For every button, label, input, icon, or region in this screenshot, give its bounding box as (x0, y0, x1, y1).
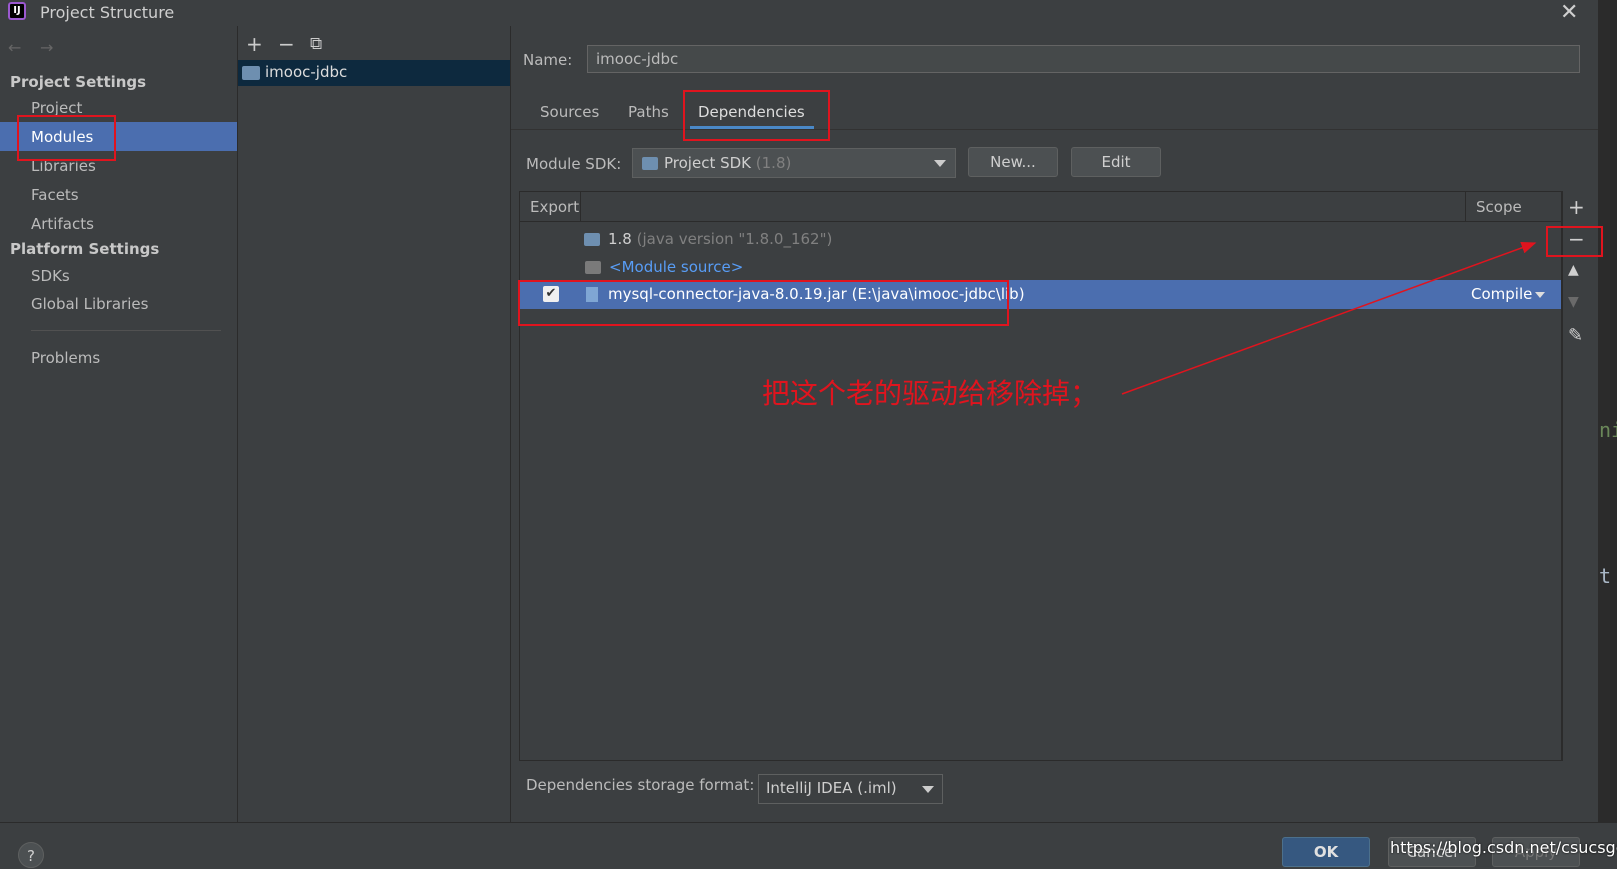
remove-module-icon[interactable]: − (278, 32, 295, 56)
tab-paths[interactable]: Paths (628, 103, 669, 121)
storage-format-label: Dependencies storage format: (526, 776, 755, 794)
sidebar-item-sdks[interactable]: SDKs (31, 267, 70, 285)
jdk-folder-icon (584, 233, 600, 246)
highlight-box-remove-button (1546, 226, 1603, 257)
storage-format-value: IntelliJ IDEA (.iml) (766, 779, 897, 797)
intellij-idea-icon: IJ (8, 2, 26, 20)
add-module-icon[interactable]: + (246, 32, 263, 56)
title-bar (0, 0, 1617, 26)
ok-button[interactable]: OK (1282, 837, 1370, 867)
sidebar-divider (31, 330, 221, 331)
table-row[interactable]: <Module source> (609, 258, 743, 276)
name-label: Name: (523, 51, 573, 69)
editor-text: ni (1599, 418, 1617, 442)
highlight-box-mysql-jar (518, 280, 1009, 326)
move-down-icon[interactable]: ▼ (1568, 294, 1579, 310)
dependencies-table (519, 191, 1562, 761)
column-divider (1465, 192, 1466, 221)
column-divider (580, 192, 581, 221)
annotation-text: 把这个老的驱动给移除掉； (762, 377, 1099, 410)
column-header-export[interactable]: Export (530, 198, 579, 216)
module-folder-icon (242, 66, 260, 80)
sidebar-item-problems[interactable]: Problems (31, 349, 100, 367)
module-name-field[interactable] (587, 45, 1580, 73)
table-header (520, 192, 1561, 222)
edit-sdk-button[interactable]: Edit (1071, 147, 1161, 177)
tab-divider (511, 129, 1617, 130)
module-sdk-value: Project SDK (1.8) (664, 154, 791, 172)
tab-sources[interactable]: Sources (540, 103, 599, 121)
sdk-name: Project SDK (664, 154, 751, 172)
chevron-down-icon (1535, 292, 1545, 298)
sidebar-item-global-libraries[interactable]: Global Libraries (31, 295, 148, 313)
back-arrow-icon[interactable]: ← (8, 38, 21, 57)
module-source-folder-icon (585, 261, 601, 274)
chevron-down-icon (922, 786, 934, 793)
module-name: imooc-jdbc (265, 63, 348, 81)
editor-text: t (1599, 564, 1612, 588)
platform-settings-header: Platform Settings (10, 240, 160, 258)
dependency-name: 1.8 (608, 230, 632, 248)
help-button[interactable]: ? (18, 842, 44, 868)
sidebar-item-artifacts[interactable]: Artifacts (31, 215, 94, 233)
module-sdk-label: Module SDK: (526, 155, 622, 173)
footer-bar (0, 822, 1617, 867)
table-row[interactable]: 1.8 (java version "1.8.0_162") (608, 230, 832, 248)
window-title: Project Structure (40, 3, 175, 22)
editor-background (1598, 0, 1617, 822)
sdk-version: (1.8) (755, 154, 792, 172)
close-icon[interactable]: ✕ (1560, 0, 1578, 25)
column-header-scope[interactable]: Scope (1476, 198, 1522, 216)
module-list-panel (238, 26, 511, 822)
sdk-folder-icon (642, 157, 658, 170)
new-sdk-button[interactable]: New... (968, 147, 1058, 177)
move-up-icon[interactable]: ▲ (1568, 262, 1579, 278)
sidebar-item-facets[interactable]: Facets (31, 186, 79, 204)
highlight-box-dependencies (683, 90, 830, 141)
chevron-down-icon (934, 160, 946, 167)
copy-module-icon[interactable]: ⧉ (310, 34, 322, 54)
edit-pencil-icon[interactable]: ✎ (1568, 325, 1583, 346)
scope-dropdown[interactable]: Compile (1471, 285, 1532, 303)
watermark: https://blog.csdn.net/csucsgoat (1390, 838, 1617, 857)
forward-arrow-icon[interactable]: → (40, 38, 53, 57)
dependency-detail: (java version "1.8.0_162") (636, 230, 833, 248)
highlight-box-modules (17, 115, 116, 161)
add-icon[interactable]: + (1568, 195, 1585, 219)
project-settings-header: Project Settings (10, 73, 147, 91)
